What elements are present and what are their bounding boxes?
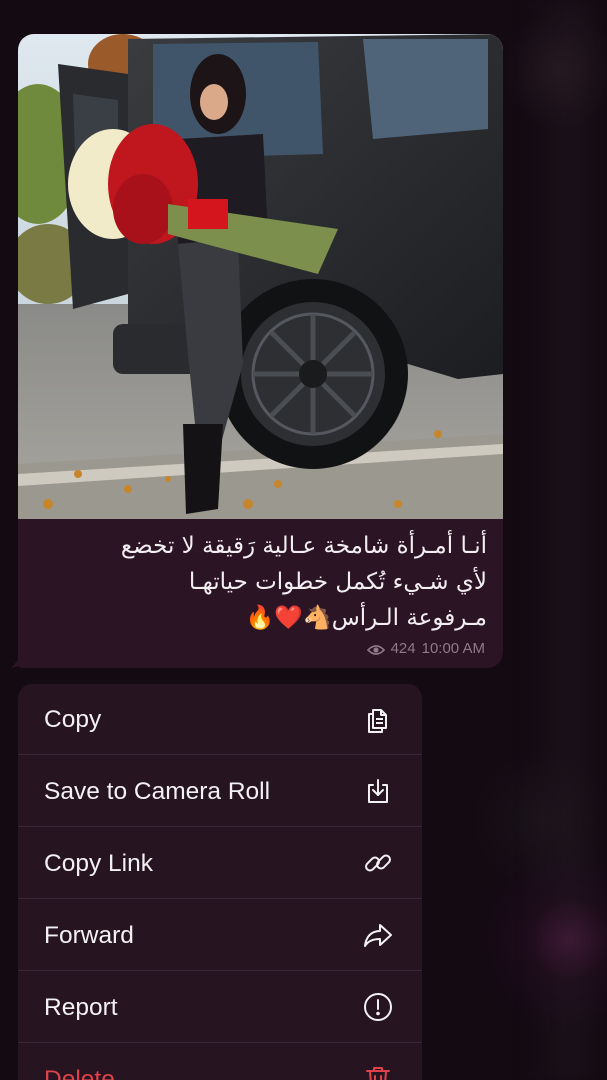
menu-item-forward[interactable]: Forward [18, 900, 422, 971]
message-bubble[interactable]: أنـا أمـرأة شامخة عـالية رَقيقة لا تخضع … [18, 34, 503, 668]
views-eye-icon [366, 643, 385, 655]
photo-illustration [18, 34, 503, 519]
menu-item-copy-link[interactable]: Copy Link [18, 828, 422, 899]
caption-line: لأي شـيء تُكمل خطوات حياتهـا [188, 569, 487, 595]
menu-item-label: Save to Camera Roll [44, 778, 271, 805]
message-meta: 424 10:00 AM [366, 640, 485, 657]
message-time: 10:00 AM [421, 640, 485, 657]
chat-screen: أنـا أمـرأة شامخة عـالية رَقيقة لا تخضع … [0, 0, 607, 1080]
menu-item-label: Copy Link [44, 850, 153, 877]
blurred-background [520, 0, 607, 1080]
menu-item-report[interactable]: Report [18, 972, 422, 1043]
message-photo[interactable] [18, 34, 503, 519]
menu-item-copy[interactable]: Copy [18, 684, 422, 755]
caption-line: أنـا أمـرأة شامخة عـالية رَقيقة لا تخضع [120, 533, 487, 559]
menu-item-label: Delete [44, 1066, 115, 1080]
menu-item-label: Forward [44, 922, 134, 949]
caption-line: مـرفوعة الـرأس🐴❤️🔥 [245, 605, 487, 631]
trash-icon [362, 1063, 394, 1080]
report-exclamation-icon [362, 991, 394, 1023]
views-count: 424 [390, 640, 416, 657]
context-menu: Copy Save to Camera Roll Copy Link Forwa… [18, 684, 422, 1080]
message-caption: أنـا أمـرأة شامخة عـالية رَقيقة لا تخضع … [28, 528, 487, 636]
forward-arrow-icon [362, 919, 394, 951]
copy-icon [362, 703, 394, 735]
menu-item-save-to-camera-roll[interactable]: Save to Camera Roll [18, 756, 422, 827]
menu-item-label: Report [44, 994, 118, 1021]
menu-item-label: Copy [44, 706, 102, 733]
save-download-icon [362, 775, 394, 807]
link-icon [362, 847, 394, 879]
menu-item-delete[interactable]: Delete [18, 1044, 422, 1080]
